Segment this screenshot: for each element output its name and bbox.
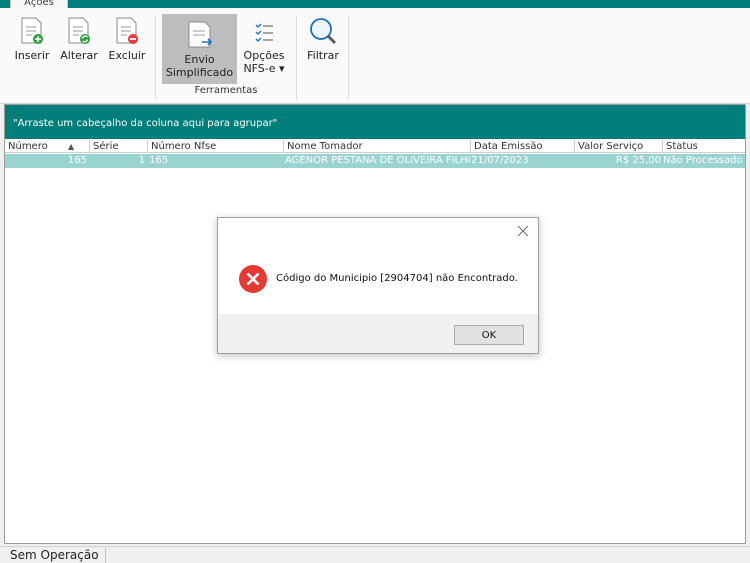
- cell-serie: 1: [138, 155, 145, 166]
- group-by-bar[interactable]: "Arraste um cabeçalho da coluna aqui par…: [5, 105, 745, 139]
- cell-numero-nfse: 165: [149, 155, 169, 166]
- excluir-button[interactable]: Excluir: [106, 10, 148, 84]
- alterar-button[interactable]: Alterar: [58, 10, 100, 84]
- sort-asc-icon: ▲: [68, 142, 75, 151]
- ribbon-edge-left: [0, 22, 4, 42]
- column-header-status[interactable]: Status: [663, 140, 745, 153]
- inserir-label: Inserir: [14, 49, 50, 62]
- ribbon-separator: [296, 16, 297, 100]
- alterar-label: Alterar: [60, 49, 98, 62]
- close-icon[interactable]: [516, 224, 530, 238]
- ok-button[interactable]: OK: [454, 325, 524, 345]
- magnifier-icon: [310, 18, 337, 45]
- inserir-button[interactable]: Inserir: [12, 10, 52, 84]
- document-send-icon: [188, 21, 212, 48]
- ribbon-separator: [155, 16, 156, 100]
- dialog-footer: OK: [218, 314, 538, 353]
- document-delete-icon: [116, 17, 138, 44]
- cell-nome-tomador: AGENOR PESTANA DE OLIVEIRA FILHO: [285, 155, 470, 166]
- table-row[interactable]: 165 1 165 AGENOR PESTANA DE OLIVEIRA FIL…: [5, 154, 745, 168]
- dialog-message: Código do Municipio [2904704] não Encont…: [276, 273, 518, 284]
- column-header-valor-servico[interactable]: Valor Serviço: [575, 140, 663, 153]
- status-text: Sem Operação: [10, 548, 106, 563]
- grid-header: Número ▲ Série Número Nfse Nome Tomador …: [5, 140, 745, 153]
- cell-numero: 165: [67, 155, 87, 166]
- ribbon-edge-right: [744, 22, 750, 34]
- column-header-data-emissao[interactable]: Data Emissão: [471, 140, 575, 153]
- column-header-serie[interactable]: Série: [90, 140, 148, 153]
- column-header-numero[interactable]: Número ▲: [5, 140, 90, 153]
- opcoes-nfse-button[interactable]: Opções NFS-e ▾: [240, 10, 288, 84]
- cell-data-emissao: 21/07/2023: [471, 155, 529, 166]
- envio-label-line2: Simplificado: [165, 66, 234, 79]
- top-band: [0, 0, 750, 8]
- error-icon: [239, 265, 267, 293]
- document-edit-icon: [68, 17, 90, 44]
- envio-simplificado-button[interactable]: Envio Simplificado: [162, 14, 237, 84]
- ribbon-group-label: Ferramentas: [194, 85, 258, 96]
- filtrar-button[interactable]: Filtrar: [303, 10, 343, 84]
- envio-label-line1: Envio: [184, 53, 215, 66]
- column-header-numero-nfse[interactable]: Número Nfse: [148, 140, 284, 153]
- ribbon-separator: [348, 16, 349, 100]
- opcoes-label-line2: NFS-e ▾: [243, 62, 285, 75]
- ribbon: Inserir Alterar Excluir Envio Simplifica…: [0, 8, 750, 104]
- opcoes-label-line1: Opções: [243, 49, 285, 62]
- cell-status: Não Processado: [663, 155, 743, 166]
- cell-valor-servico: R$ 25,00: [615, 155, 661, 166]
- document-add-icon: [21, 17, 43, 44]
- status-bar: Sem Operação: [0, 546, 750, 563]
- checklist-icon: [255, 23, 273, 42]
- error-dialog: Código do Municipio [2904704] não Encont…: [217, 217, 539, 354]
- column-header-nome-tomador[interactable]: Nome Tomador: [284, 140, 471, 153]
- excluir-label: Excluir: [108, 49, 146, 62]
- filtrar-label: Filtrar: [307, 49, 339, 62]
